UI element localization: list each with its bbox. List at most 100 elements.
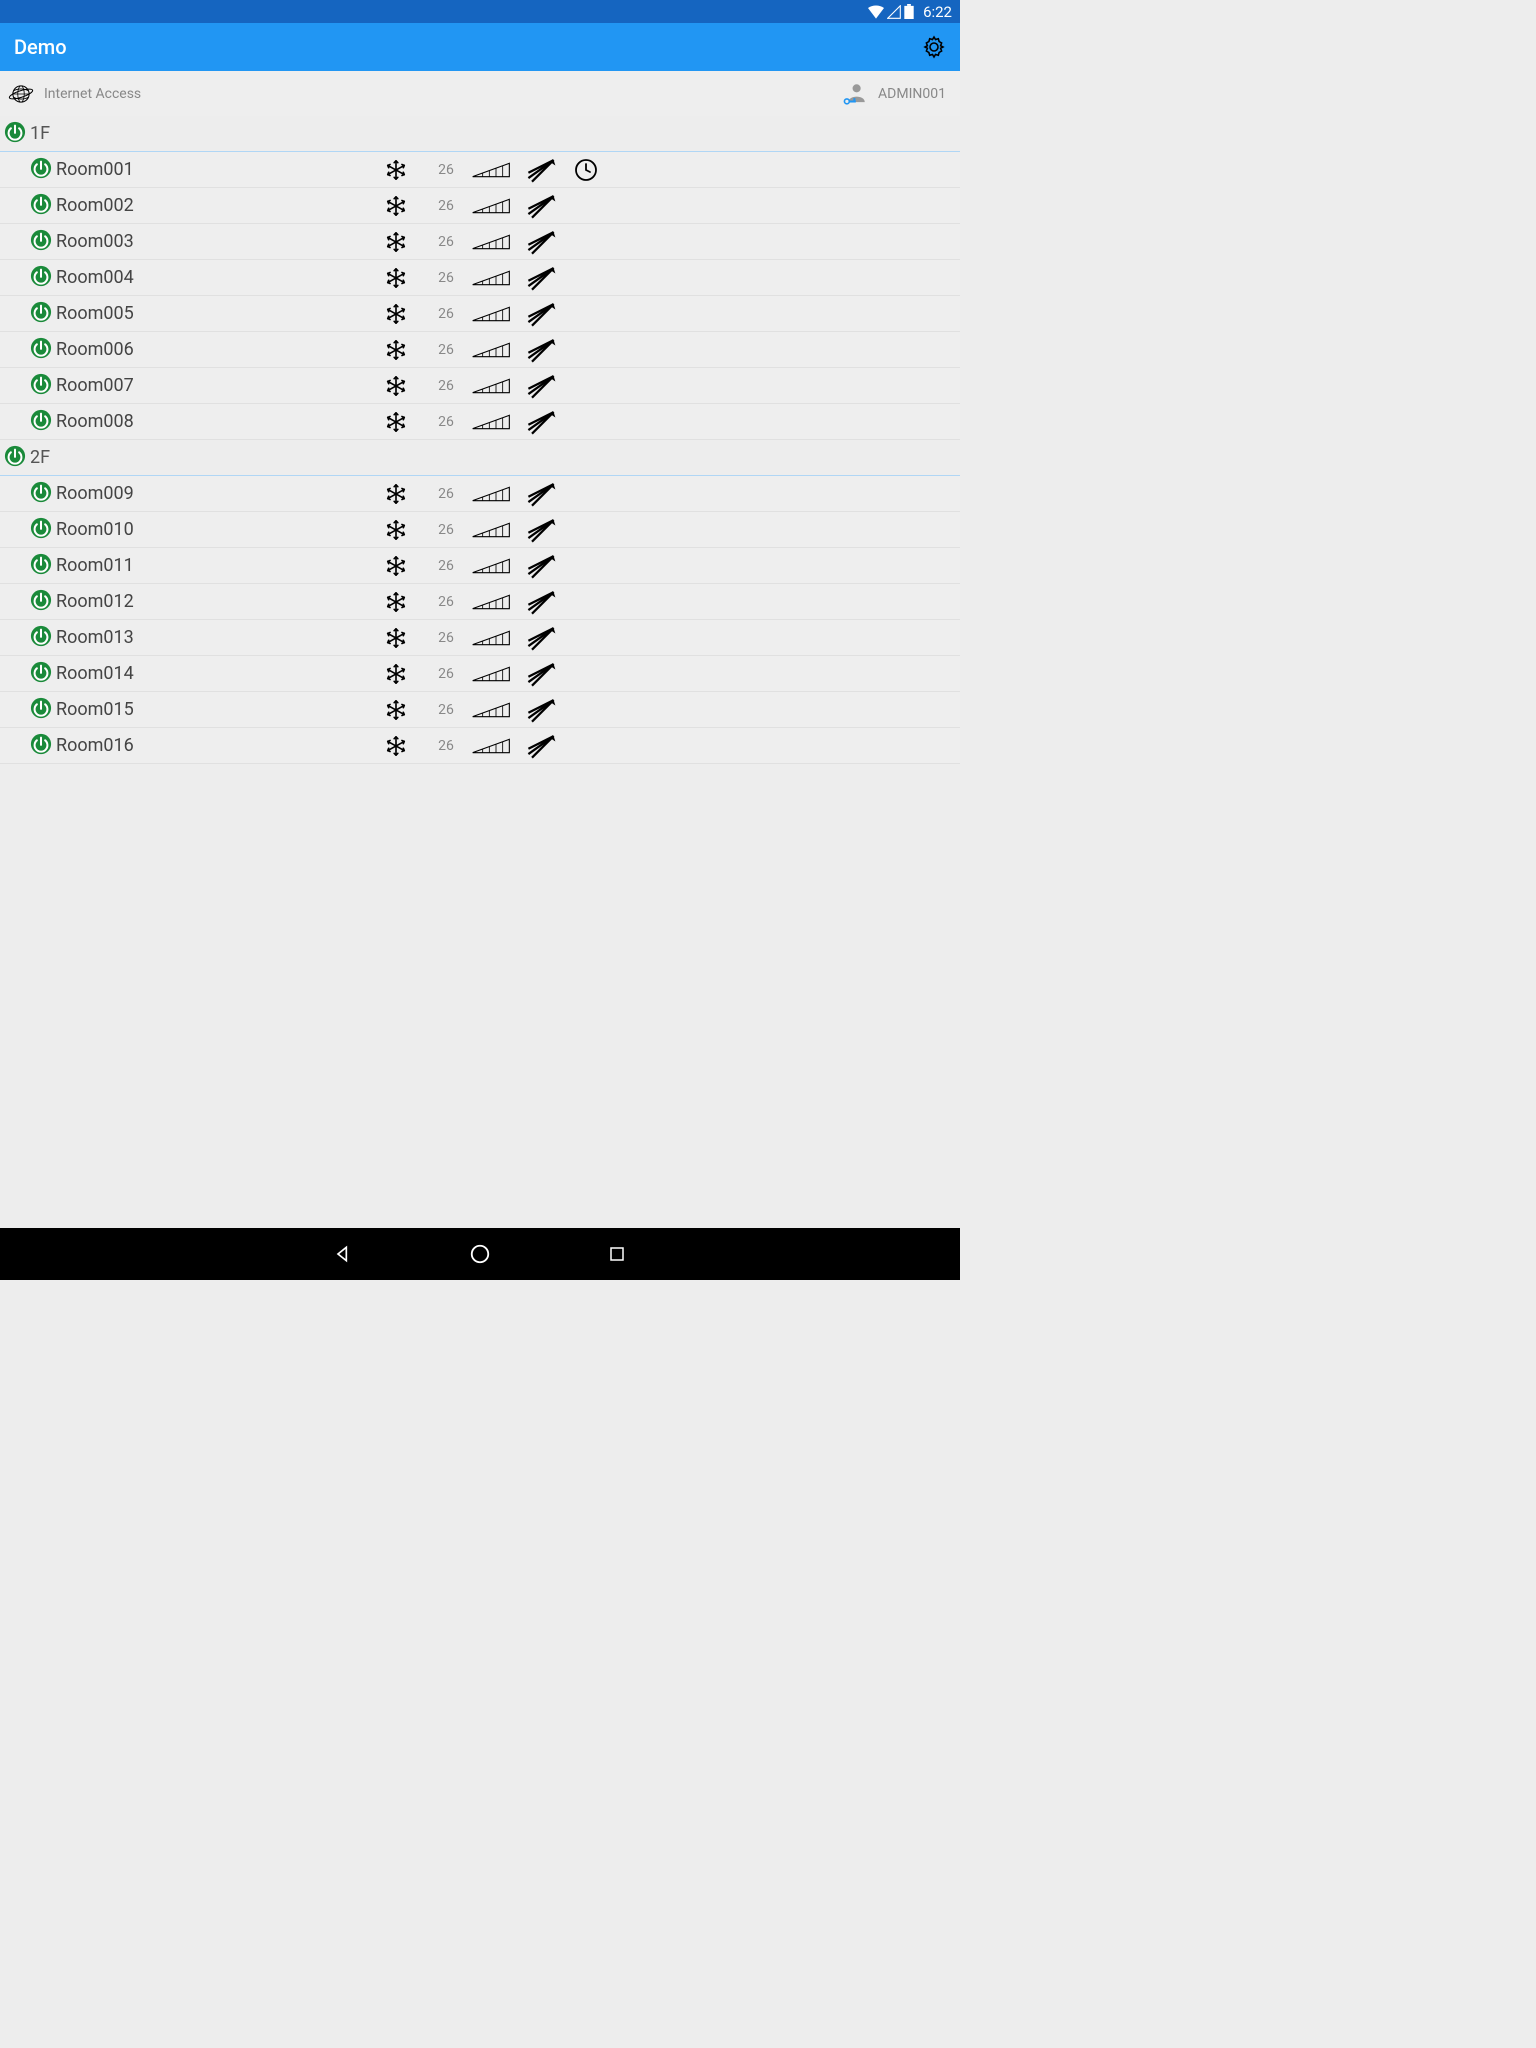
power-icon[interactable]	[30, 193, 52, 219]
group-header[interactable]: 1F	[0, 116, 960, 152]
room-name: Room015	[56, 699, 366, 720]
temp-value: 26	[426, 198, 466, 214]
power-icon[interactable]	[30, 661, 52, 687]
room-list[interactable]: 1F Room001 26 Room002 26 Room003 26	[0, 116, 960, 764]
room-row[interactable]: Room010 26	[0, 512, 960, 548]
room-name: Room010	[56, 519, 366, 540]
power-icon[interactable]	[4, 445, 26, 471]
fan-icon	[466, 160, 516, 180]
airflow-icon	[516, 552, 566, 580]
airflow-icon	[516, 192, 566, 220]
room-row[interactable]: Room015 26	[0, 692, 960, 728]
temp-value: 26	[426, 270, 466, 286]
room-row[interactable]: Room011 26	[0, 548, 960, 584]
power-icon[interactable]	[30, 265, 52, 291]
mode-icon	[366, 267, 426, 289]
temp-value: 26	[426, 342, 466, 358]
power-icon[interactable]	[30, 301, 52, 327]
room-row[interactable]: Room009 26	[0, 476, 960, 512]
power-icon[interactable]	[30, 337, 52, 363]
power-icon[interactable]	[30, 589, 52, 615]
room-name: Room011	[56, 555, 366, 576]
user-label: ADMIN001	[878, 86, 946, 102]
mode-icon	[366, 483, 426, 505]
room-name: Room006	[56, 339, 366, 360]
airflow-icon	[516, 228, 566, 256]
room-name: Room001	[56, 159, 366, 180]
room-row[interactable]: Room012 26	[0, 584, 960, 620]
airflow-icon	[516, 588, 566, 616]
airflow-icon	[516, 732, 566, 760]
airflow-icon	[516, 372, 566, 400]
status-bar: 6:22	[0, 0, 960, 23]
power-icon[interactable]	[4, 121, 26, 147]
fan-icon	[466, 520, 516, 540]
room-row[interactable]: Room006 26	[0, 332, 960, 368]
power-icon[interactable]	[30, 409, 52, 435]
room-name: Room016	[56, 735, 366, 756]
globe-icon	[8, 81, 34, 107]
room-row[interactable]: Room008 26	[0, 404, 960, 440]
power-icon[interactable]	[30, 733, 52, 759]
airflow-icon	[516, 624, 566, 652]
room-row[interactable]: Room001 26	[0, 152, 960, 188]
mode-icon	[366, 411, 426, 433]
mode-icon	[366, 339, 426, 361]
room-name: Room004	[56, 267, 366, 288]
mode-icon	[366, 375, 426, 397]
temp-value: 26	[426, 558, 466, 574]
timer-icon	[566, 158, 606, 182]
room-row[interactable]: Room014 26	[0, 656, 960, 692]
room-row[interactable]: Room004 26	[0, 260, 960, 296]
back-button[interactable]	[332, 1243, 354, 1265]
android-nav	[0, 1228, 960, 1280]
recent-button[interactable]	[606, 1243, 628, 1265]
power-icon[interactable]	[30, 481, 52, 507]
power-icon[interactable]	[30, 373, 52, 399]
room-name: Room012	[56, 591, 366, 612]
fan-icon	[466, 736, 516, 756]
room-row[interactable]: Room005 26	[0, 296, 960, 332]
airflow-icon	[516, 300, 566, 328]
airflow-icon	[516, 336, 566, 364]
temp-value: 26	[426, 162, 466, 178]
room-name: Room013	[56, 627, 366, 648]
fan-icon	[466, 340, 516, 360]
room-name: Room005	[56, 303, 366, 324]
power-icon[interactable]	[30, 157, 52, 183]
temp-value: 26	[426, 522, 466, 538]
fan-icon	[466, 700, 516, 720]
power-icon[interactable]	[30, 229, 52, 255]
airflow-icon	[516, 408, 566, 436]
temp-value: 26	[426, 594, 466, 610]
room-row[interactable]: Room016 26	[0, 728, 960, 764]
room-row[interactable]: Room002 26	[0, 188, 960, 224]
temp-value: 26	[426, 306, 466, 322]
temp-value: 26	[426, 378, 466, 394]
room-row[interactable]: Room013 26	[0, 620, 960, 656]
fan-icon	[466, 628, 516, 648]
fan-icon	[466, 268, 516, 288]
group-label: 2F	[30, 447, 50, 468]
home-button[interactable]	[469, 1243, 491, 1265]
room-row[interactable]: Room007 26	[0, 368, 960, 404]
mode-icon	[366, 555, 426, 577]
room-row[interactable]: Room003 26	[0, 224, 960, 260]
temp-value: 26	[426, 486, 466, 502]
info-bar: Internet Access ADMIN001	[0, 71, 960, 116]
access-label: Internet Access	[44, 86, 141, 102]
temp-value: 26	[426, 702, 466, 718]
gear-icon[interactable]	[922, 35, 946, 59]
power-icon[interactable]	[30, 625, 52, 651]
fan-icon	[466, 232, 516, 252]
fan-icon	[466, 484, 516, 504]
app-title: Demo	[14, 35, 67, 59]
power-icon[interactable]	[30, 697, 52, 723]
room-name: Room003	[56, 231, 366, 252]
mode-icon	[366, 591, 426, 613]
group-header[interactable]: 2F	[0, 440, 960, 476]
status-time: 6:22	[923, 3, 952, 21]
mode-icon	[366, 159, 426, 181]
power-icon[interactable]	[30, 553, 52, 579]
power-icon[interactable]	[30, 517, 52, 543]
